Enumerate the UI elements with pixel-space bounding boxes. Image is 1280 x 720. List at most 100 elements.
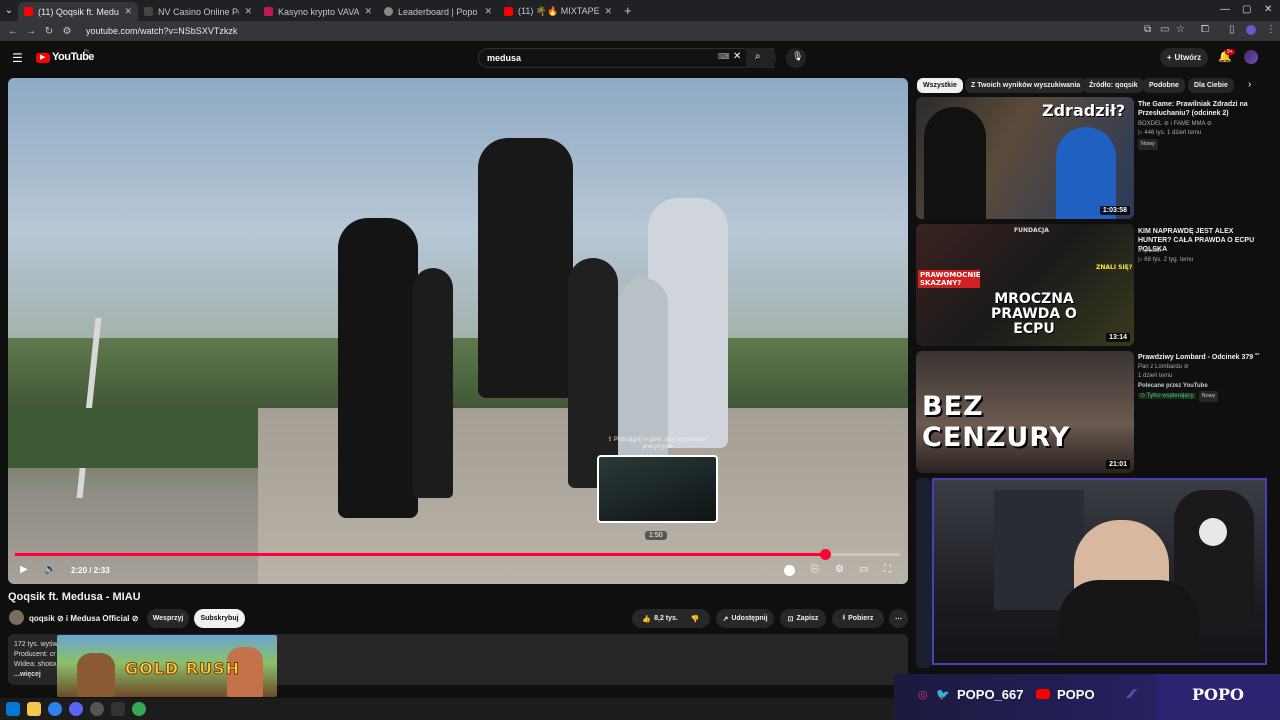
fullscreen-icon[interactable]: ⛶	[884, 564, 891, 575]
browser-tab[interactable]: NV Casino Online Polska 2026 ✕	[138, 2, 258, 21]
new-tab-icon[interactable]: +	[624, 3, 632, 18]
autoplay-toggle[interactable]	[784, 565, 795, 576]
browser-icon[interactable]	[48, 702, 62, 716]
back-icon[interactable]: ←	[4, 26, 22, 37]
chip-related[interactable]: Podobne	[1143, 78, 1185, 93]
chrome-icon[interactable]	[132, 702, 146, 716]
close-tab-icon[interactable]: ✕	[244, 6, 252, 17]
save-button[interactable]: ⊡ Zapisz	[780, 609, 826, 628]
tab-label: NV Casino Online Polska 2026	[158, 6, 239, 17]
obs-icon[interactable]	[90, 702, 104, 716]
app-icon[interactable]	[111, 702, 125, 716]
minimize-icon[interactable]: —	[1220, 4, 1230, 15]
microphone-icon: 🎙	[792, 51, 804, 61]
chip-all[interactable]: Wszystkie	[917, 78, 963, 93]
translate-icon[interactable]: ⧉	[1144, 24, 1151, 35]
video-player[interactable]	[8, 78, 908, 584]
close-tab-icon[interactable]: ✕	[124, 6, 132, 17]
close-tab-icon[interactable]: ✕	[484, 6, 492, 17]
create-button[interactable]: + Utwórz	[1160, 48, 1208, 67]
browser-tab[interactable]: (11) 🌴🔥 MIXTAPE DO UCIECK ✕	[498, 2, 618, 21]
dislike-icon[interactable]: 👎	[691, 615, 700, 623]
clear-search-icon[interactable]: ✕	[733, 51, 741, 62]
browser-tab[interactable]: Leaderboard | Popo ✕	[378, 2, 498, 21]
maximize-icon[interactable]: ▢	[1242, 4, 1251, 15]
seek-preview-thumbnail	[597, 455, 718, 523]
recommendation-meta: 1 dzień temu	[1138, 373, 1173, 379]
video-duration: 21:01	[1106, 460, 1130, 469]
like-dislike-group: 👍 8,2 tys. 👎	[632, 609, 710, 628]
settings-gear-icon[interactable]: ⚙	[835, 564, 844, 575]
recommendation-thumbnail[interactable]: BEZ CENZURY 21:01	[916, 351, 1134, 473]
recommendation-title[interactable]: Prawdziwy Lombard - Odcinek 379 ˚˚	[1138, 353, 1263, 362]
thumbnail-text: BEZ CENZURY	[922, 391, 1071, 453]
url-field[interactable]: youtube.com/watch?v=NSbSXVTzkzk	[86, 26, 237, 36]
channel-avatar[interactable]	[9, 610, 24, 625]
search-button[interactable]: ⌕	[746, 48, 776, 68]
close-window-icon[interactable]: ✕	[1264, 4, 1272, 15]
browser-tab[interactable]: (11) Qoqsik ft. Medusa - MIAU ✕	[18, 2, 138, 21]
keyboard-icon[interactable]: ⌨	[718, 52, 730, 61]
sidebar-icon[interactable]: ▯	[1229, 24, 1235, 35]
close-tab-icon[interactable]: ✕	[604, 6, 612, 17]
chip-source[interactable]: Źródło: qoqsik	[1083, 78, 1144, 93]
browser-menu-icon[interactable]: ⋮	[1266, 24, 1276, 35]
discord-icon[interactable]	[69, 702, 83, 716]
seek-preview-time: 1:50	[645, 531, 667, 540]
menu-icon[interactable]: ☰	[12, 51, 23, 65]
recommendation-thumbnail[interactable]: Zdradził? 1:03:58	[916, 97, 1134, 219]
recommendation-meta: ▷ 446 tys. 1 dzień temu	[1138, 130, 1202, 136]
extensions-icon[interactable]: ⧠	[1201, 24, 1209, 35]
miniplayer-icon[interactable]: ▭	[859, 564, 868, 575]
youtube-handle: POPO	[1057, 687, 1095, 702]
recommendation-channel[interactable]: Impostor	[1138, 247, 1263, 256]
twitter-icon: 🐦	[936, 689, 950, 701]
recommendation-thumbnail[interactable]	[916, 478, 932, 668]
search-icon: ⌕	[755, 51, 761, 62]
close-tab-icon[interactable]: ✕	[364, 6, 372, 17]
brand-name: POPO	[1192, 685, 1244, 704]
reload-icon[interactable]: ↻	[40, 26, 58, 37]
share-label: Udostępnij	[731, 615, 768, 622]
voice-search-button[interactable]: 🎙	[786, 48, 806, 68]
more-actions-button[interactable]: ⋯	[889, 609, 908, 628]
tab-label: (11) 🌴🔥 MIXTAPE DO UCIECK	[518, 6, 600, 16]
plus-icon: +	[1166, 53, 1172, 62]
social-handle: POPO_667	[957, 687, 1024, 702]
channel-name[interactable]: qoqsik ⊘ i Medusa Official ⊘	[29, 614, 138, 623]
ad-overlay[interactable]: GOLD RUSH	[57, 635, 277, 697]
subscribe-button[interactable]: Subskrybuj	[194, 609, 245, 628]
chip-from-search[interactable]: Z Twoich wyników wyszukiwania	[965, 78, 1087, 93]
person-figure	[924, 107, 986, 219]
bookmark-star-icon[interactable]: ☆	[1176, 24, 1185, 35]
play-icon[interactable]: ▶	[20, 564, 28, 575]
cast-icon[interactable]: ▭	[1160, 24, 1169, 35]
file-explorer-icon[interactable]	[27, 702, 41, 716]
browser-tab[interactable]: Kasyno krypto VAVADA – topo ✕	[258, 2, 378, 21]
new-badge: Nowy	[1198, 391, 1219, 402]
profile-avatar[interactable]	[1246, 25, 1256, 35]
share-icon: ↗	[722, 615, 729, 623]
share-button[interactable]: ↗ Udostępnij	[716, 609, 774, 628]
join-button[interactable]: Wesprzyj	[147, 609, 189, 628]
recommendation-channel[interactable]: BOXDEL ⊘ i FAME MMA ⊘	[1138, 120, 1263, 129]
forward-icon[interactable]: →	[22, 26, 40, 37]
windows-start-icon[interactable]	[6, 702, 20, 716]
chevron-right-icon[interactable]: ›	[1248, 79, 1251, 90]
recommendation-channel[interactable]: Pan z Lombardu ⊘	[1138, 363, 1263, 372]
volume-icon[interactable]: 🔈	[44, 564, 56, 575]
chip-for-you[interactable]: Dla Ciebie	[1188, 78, 1234, 93]
site-info-icon[interactable]: ⚙	[58, 26, 76, 37]
streamer-webcam	[932, 478, 1267, 665]
save-label: Zapisz	[796, 615, 819, 622]
download-button[interactable]: ⭳ Pobierz	[832, 609, 884, 628]
recommendation-thumbnail[interactable]: FUNDACJA PRAWOMOCNIE SKAZANY? ZNALI SIĘ?…	[916, 224, 1134, 346]
recommendation-title[interactable]: The Game: Prawilniak Zdradzi na Przesłuc…	[1138, 100, 1263, 118]
account-avatar[interactable]	[1244, 50, 1258, 64]
tab-search-icon[interactable]: ⌄	[0, 5, 18, 16]
subtitles-icon[interactable]: ⎘	[811, 564, 819, 575]
like-count[interactable]: 8,2 tys.	[654, 615, 678, 622]
create-label: Utwórz	[1174, 53, 1202, 62]
progress-scrubber[interactable]	[819, 549, 831, 560]
like-icon[interactable]: 👍	[642, 615, 651, 623]
